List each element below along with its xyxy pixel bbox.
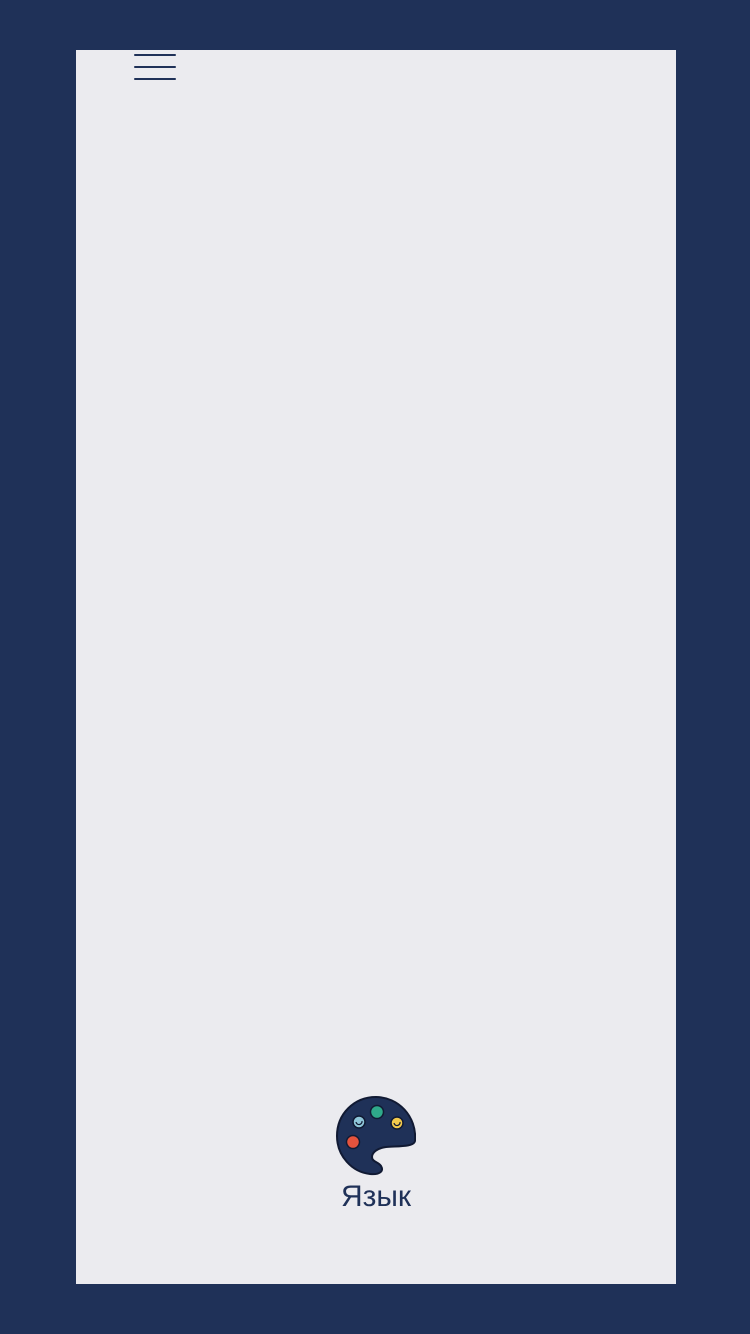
palette-icon	[336, 1096, 416, 1176]
app-screen: Язык	[76, 50, 676, 1284]
menu-button[interactable]	[134, 50, 176, 84]
language-label: Язык	[340, 1180, 412, 1213]
language-button[interactable]: Язык	[326, 1094, 426, 1224]
